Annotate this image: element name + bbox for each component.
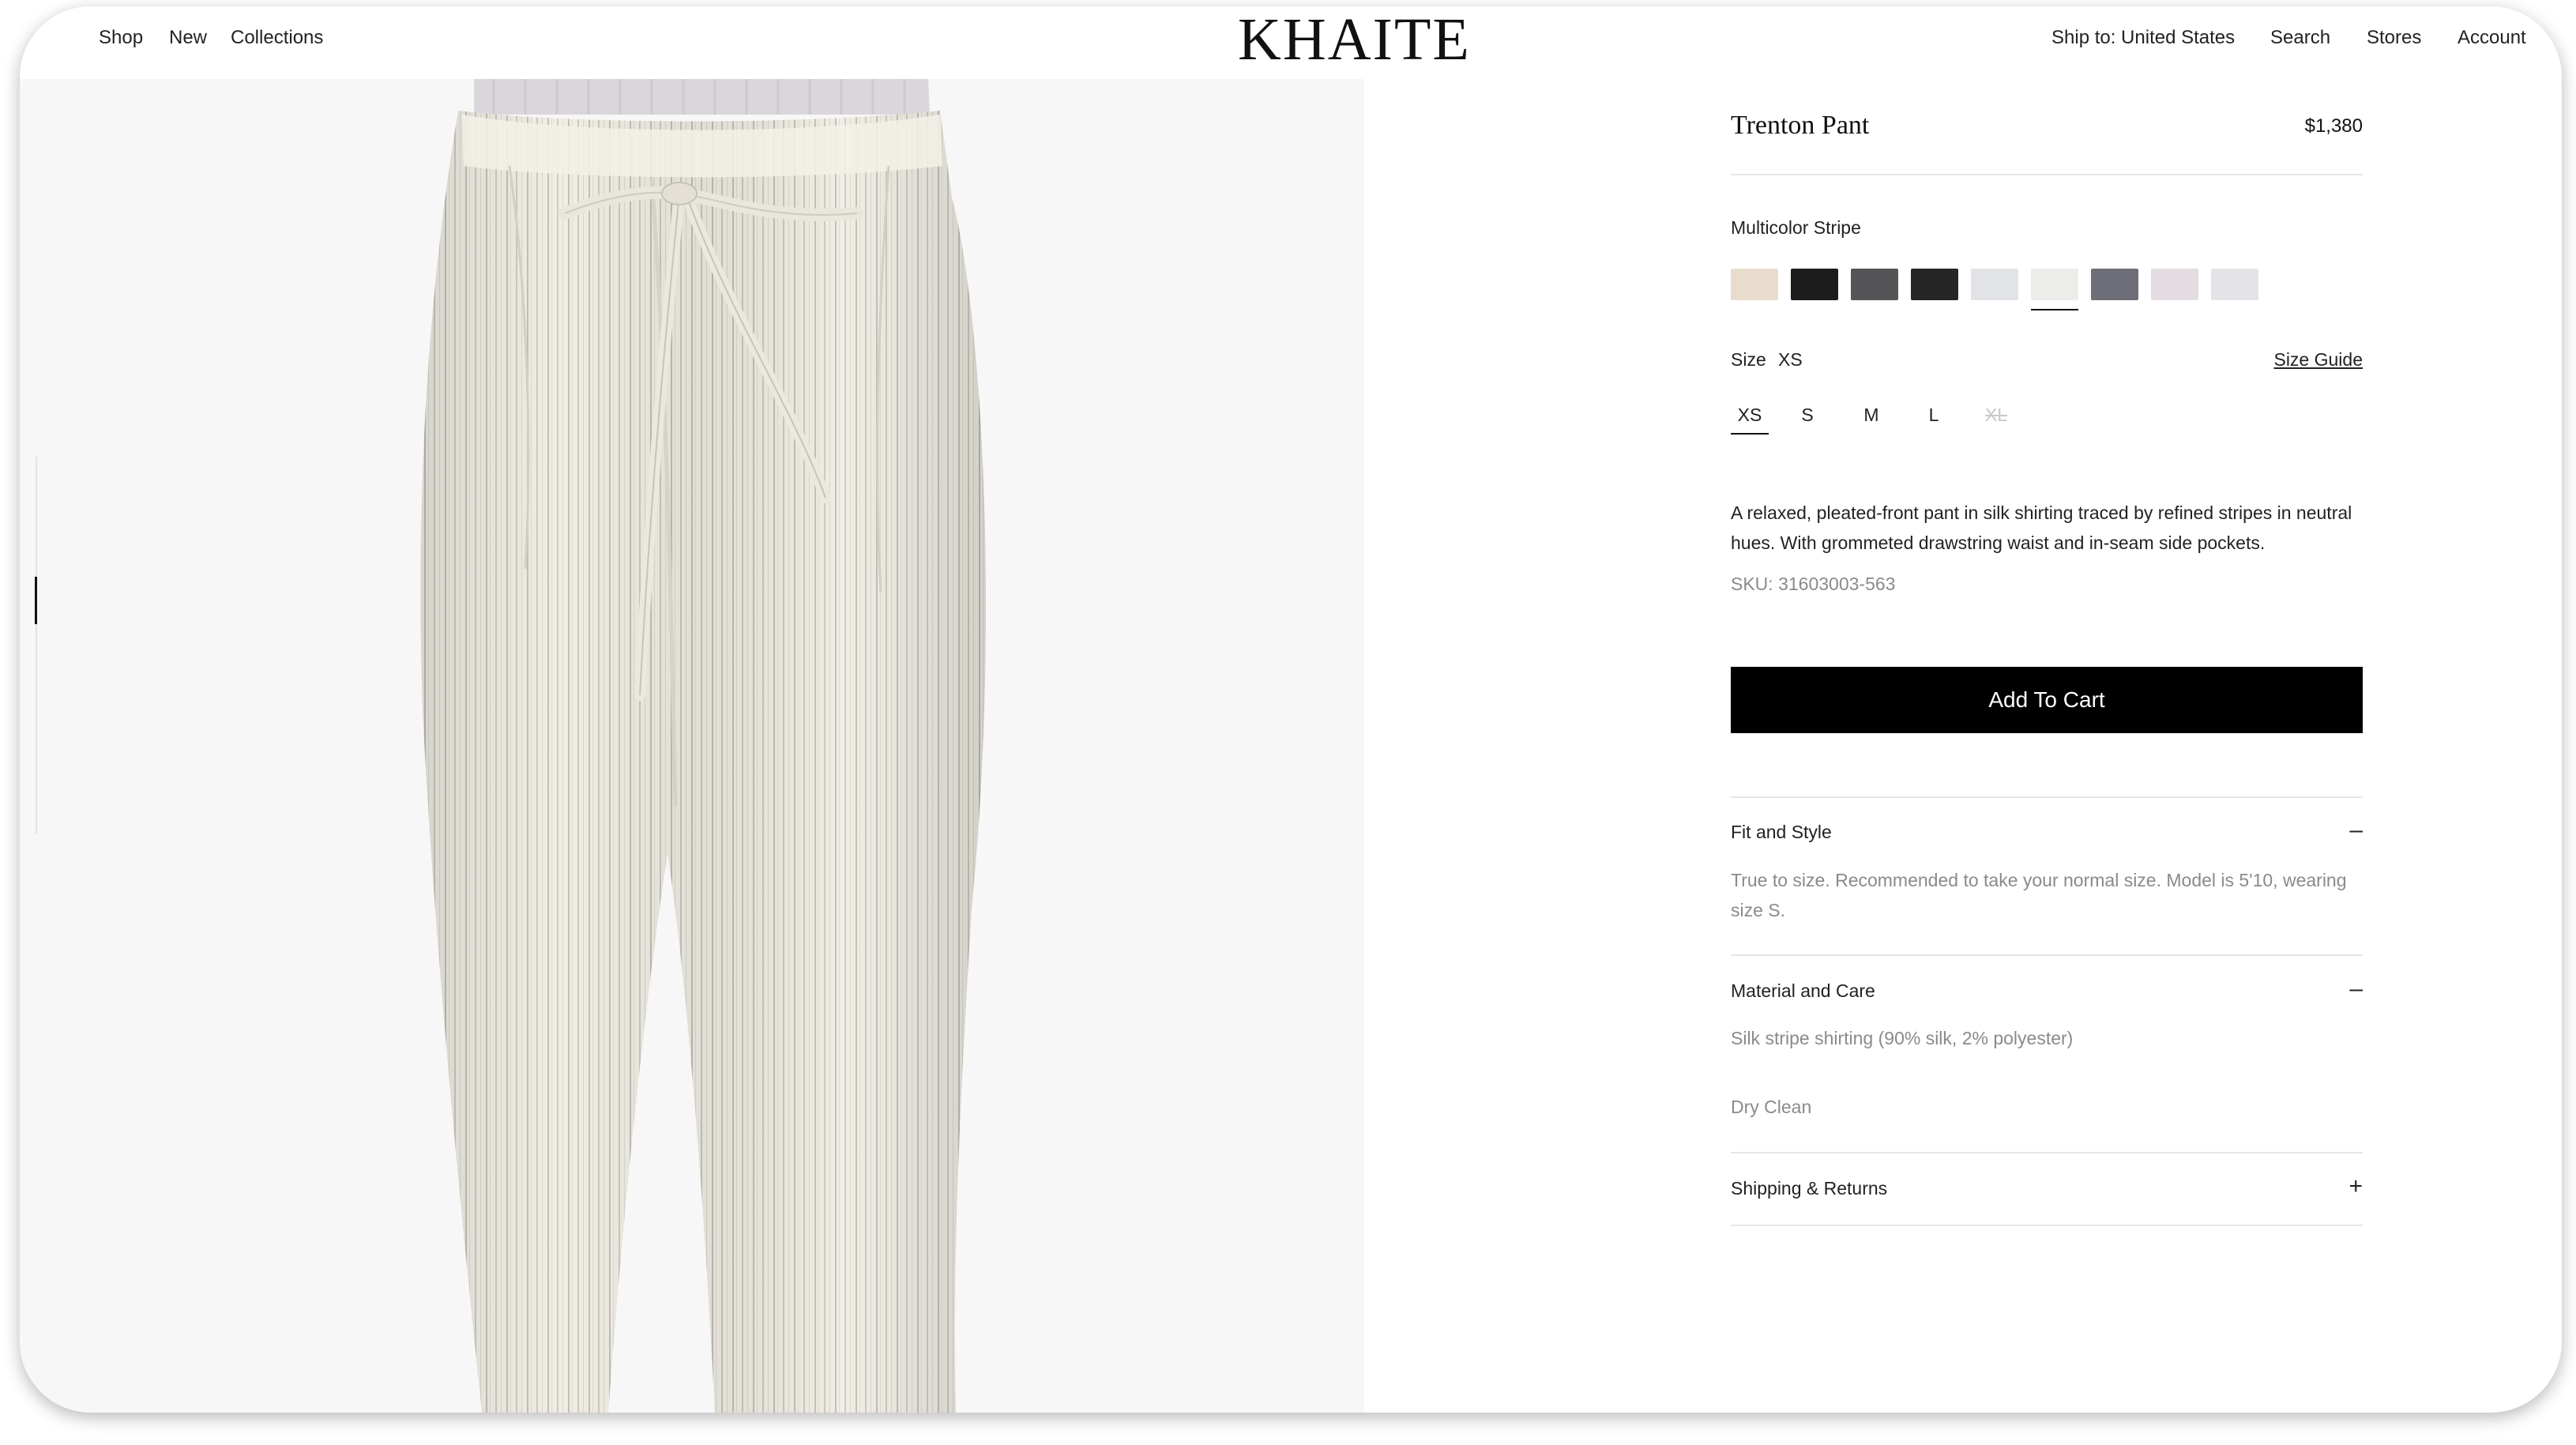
product-description: A relaxed, pleated-front pant in silk sh… <box>1731 502 2352 553</box>
add-to-cart-button[interactable]: Add To Cart <box>1731 667 2363 733</box>
nav-ship-to[interactable]: Ship to: United States <box>2051 27 2235 49</box>
product-image <box>20 79 1364 1413</box>
nav-shop[interactable]: Shop <box>99 27 143 49</box>
accordion-material-body: Silk stripe shirting (90% silk, 2% polye… <box>1731 1028 2074 1048</box>
accordion-material-title[interactable]: Material and Care <box>1731 980 1875 1002</box>
color-swatch[interactable] <box>1791 269 1838 300</box>
color-swatch[interactable] <box>2151 269 2198 300</box>
accordion-fit-title[interactable]: Fit and Style <box>1731 822 1832 843</box>
minus-icon[interactable]: – <box>2349 818 2363 842</box>
nav-search[interactable]: Search <box>2270 27 2330 49</box>
color-swatch[interactable] <box>2091 269 2138 300</box>
color-swatch[interactable] <box>1971 269 2018 300</box>
divider <box>1731 796 2363 798</box>
accordion-shipping-title[interactable]: Shipping & Returns <box>1731 1178 1887 1199</box>
color-swatch[interactable] <box>2211 269 2258 300</box>
plus-icon[interactable]: + <box>2348 1175 2363 1199</box>
color-swatch[interactable] <box>1911 269 1958 300</box>
size-guide-link[interactable]: Size Guide <box>2273 349 2363 371</box>
divider <box>1731 1152 2363 1153</box>
size-option-l[interactable]: L <box>1920 405 1947 426</box>
divider <box>1731 1225 2363 1226</box>
selected-swatch-indicator <box>2031 309 2078 310</box>
nav-collections[interactable]: Collections <box>231 27 323 49</box>
size-option-m[interactable]: M <box>1856 405 1887 426</box>
color-swatch[interactable] <box>2031 269 2078 300</box>
minus-icon[interactable]: – <box>2349 977 2363 1001</box>
size-option-s[interactable]: S <box>1794 405 1821 426</box>
product-price: $1,380 <box>2304 115 2363 137</box>
nav-account[interactable]: Account <box>2458 27 2526 49</box>
size-option-xl[interactable]: XL <box>1979 405 2014 426</box>
divider <box>1731 174 2363 175</box>
color-swatch[interactable] <box>1731 269 1778 300</box>
accordion-fit-body: True to size. Recommended to take your n… <box>1731 870 2347 920</box>
size-label: Size <box>1731 349 1766 370</box>
browser-frame: Shop New Collections KHAITE Ship to: Uni… <box>20 6 2562 1413</box>
selected-size: XS <box>1778 349 1803 370</box>
khaite-logo[interactable]: KHAITE <box>1238 6 1471 73</box>
image-scroll-thumb[interactable] <box>35 577 37 624</box>
product-sku: SKU: 31603003-563 <box>1731 574 1896 594</box>
size-option-xs[interactable]: XS <box>1731 405 1769 426</box>
accordion-care-body: Dry Clean <box>1731 1097 1812 1117</box>
product-photo-pants <box>420 79 987 1413</box>
color-swatch[interactable] <box>1851 269 1898 300</box>
divider <box>1731 954 2363 956</box>
nav-stores[interactable]: Stores <box>2367 27 2421 49</box>
selected-size-underline <box>1731 433 1769 435</box>
image-scroll-track[interactable] <box>36 457 37 834</box>
site-header: Shop New Collections KHAITE Ship to: Uni… <box>20 6 2562 79</box>
product-title: Trenton Pant <box>1731 111 1870 140</box>
nav-new[interactable]: New <box>169 27 207 49</box>
color-name: Multicolor Stripe <box>1731 217 1861 238</box>
